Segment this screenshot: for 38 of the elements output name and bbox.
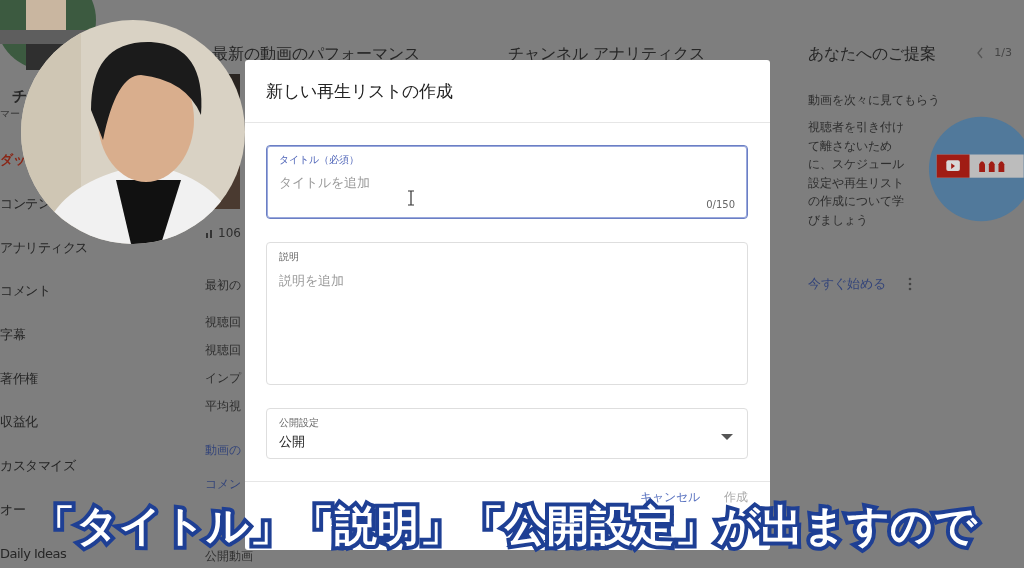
visibility-select[interactable]: 公開設定 公開 <box>266 408 748 459</box>
text-cursor-icon <box>407 190 415 206</box>
chevron-left-icon[interactable] <box>976 46 985 59</box>
sidebar-item[interactable]: ダッ <box>0 153 25 167</box>
suggestions-title: あなたへのご提案 <box>808 43 937 65</box>
link[interactable]: コメン <box>205 476 241 492</box>
section-label: 最初の <box>205 277 241 293</box>
sidebar-item[interactable]: 字幕 <box>0 328 25 342</box>
metric-label: 平均視 <box>205 398 241 414</box>
sidebar-item[interactable]: Daily Ideas <box>0 546 67 560</box>
link[interactable]: 動画の <box>205 442 241 458</box>
metric-label: 視聴回 <box>205 342 241 358</box>
sidebar-item[interactable]: アナリティクス <box>0 240 88 254</box>
sidebar-item[interactable]: コメント <box>0 284 50 298</box>
sidebar-item[interactable]: 著作権 <box>0 371 38 385</box>
pager-count: 1/3 <box>994 46 1012 59</box>
more-icon[interactable] <box>908 277 912 292</box>
field-label: 説明 <box>279 250 299 264</box>
metric-label: インプ <box>205 370 241 386</box>
sidebar-item[interactable]: 収益化 <box>0 415 38 429</box>
get-started-link[interactable]: 今すぐ始める <box>808 275 886 293</box>
sidebar-item[interactable]: オー <box>0 502 25 516</box>
stat-value: 106 <box>218 225 241 241</box>
suggestion-heading: 動画を次々に見てもらう <box>808 92 940 108</box>
dialog-title: 新しい再生リストの作成 <box>266 79 453 103</box>
title-field[interactable]: タイトル（必須） タイトルを追加 0/150 <box>266 145 748 219</box>
metric-label: 視聴回 <box>205 314 241 330</box>
select-value: 公開 <box>279 433 305 451</box>
caret-icon <box>721 434 733 440</box>
field-label: タイトル（必須） <box>279 153 359 167</box>
field-label: 公開設定 <box>279 416 319 430</box>
suggestion-text: 視聴者を引き付けて離さないために、スケジュール設定や再生リストの作成について学びましょう <box>808 119 905 229</box>
bar-chart-icon <box>205 228 215 238</box>
description-field[interactable]: 説明 説明を追加 <box>266 242 748 385</box>
section-label: 公開動画 <box>205 549 253 564</box>
sidebar-item[interactable]: カスタマイズ <box>0 459 75 473</box>
channel-name: チ <box>12 86 27 106</box>
character-counter: 0/150 <box>706 199 735 210</box>
